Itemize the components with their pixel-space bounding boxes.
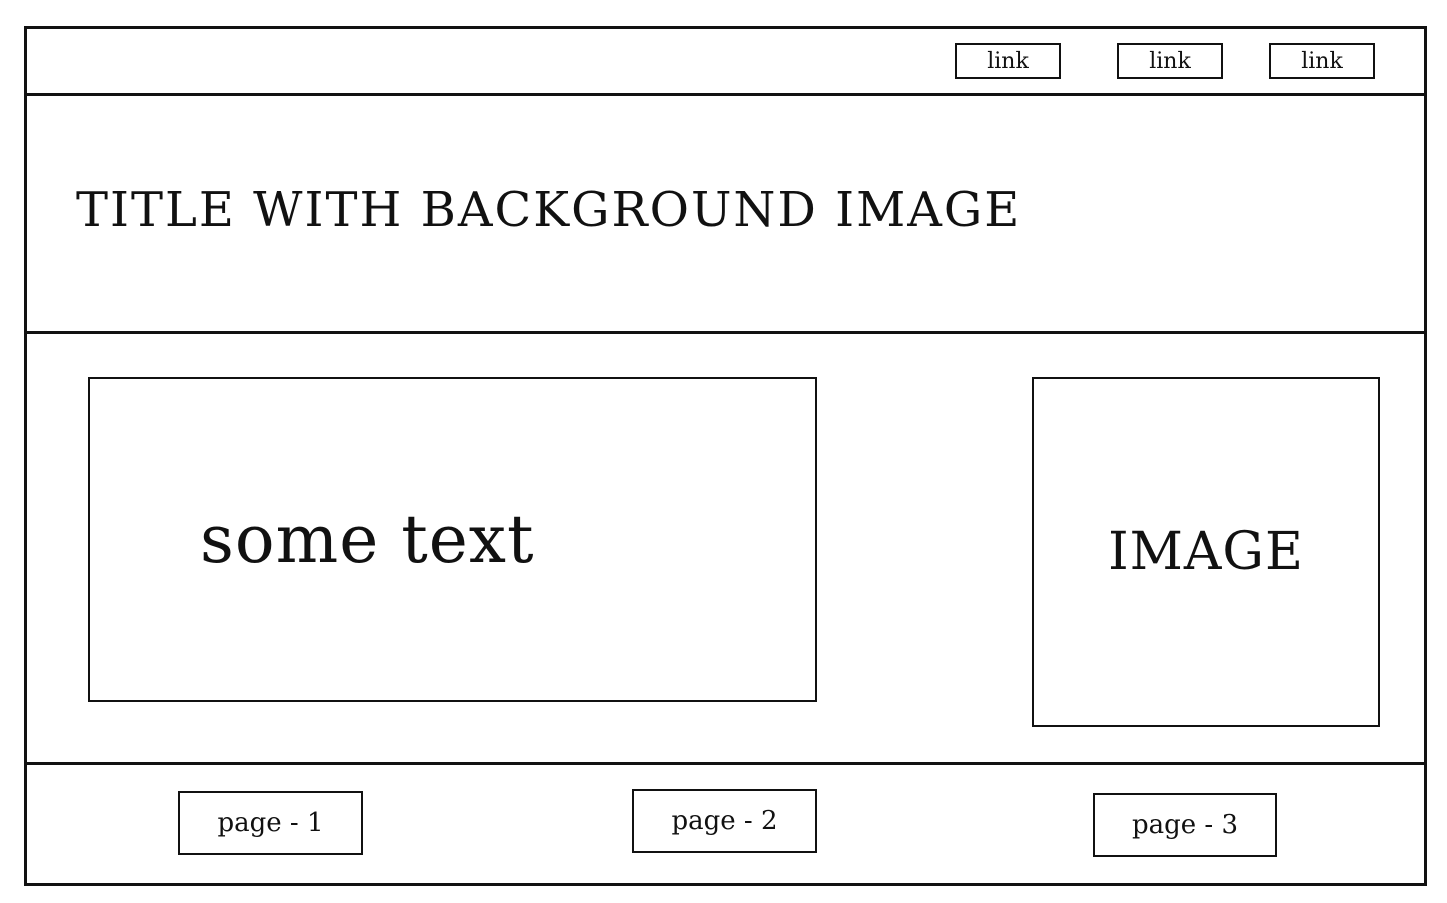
image-placeholder-label: IMAGE [1108,522,1304,582]
nav-link-3[interactable]: link [1269,43,1375,79]
nav-link-2[interactable]: link [1117,43,1223,79]
page-button-2[interactable]: page - 2 [632,789,817,853]
text-panel-label: some text [200,501,535,578]
text-panel: some text [88,377,817,702]
page-button-3[interactable]: page - 3 [1093,793,1277,857]
page-button-1[interactable]: page - 1 [178,791,363,855]
nav-link-1[interactable]: link [955,43,1061,79]
header-divider [24,93,1427,96]
hero-divider [24,331,1427,334]
image-placeholder: IMAGE [1032,377,1380,727]
footer-divider [24,762,1427,765]
hero-title: TITLE WITH BACKGROUND IMAGE [76,182,1022,238]
